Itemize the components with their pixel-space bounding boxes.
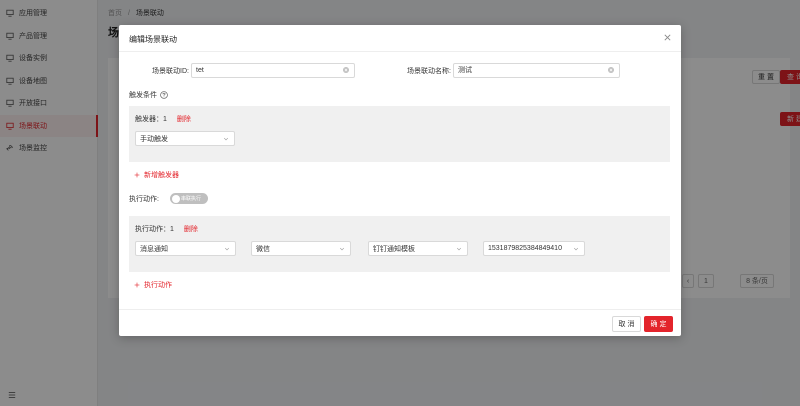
scene-id-label: 场景联动ID:: [152, 68, 189, 75]
action-box: 执行动作：1 删除 消息通知 微信 钉钉通知模板 153187982538484…: [129, 216, 670, 272]
action-type-select[interactable]: 消息通知: [135, 241, 236, 256]
clear-icon[interactable]: [608, 67, 614, 73]
question-circle-icon[interactable]: [160, 91, 168, 99]
template-id-value: 1531879825384849410: [488, 245, 562, 252]
chevron-down-icon: [224, 246, 230, 252]
chevron-down-icon: [456, 246, 462, 252]
scene-name-label: 场景联动名称:: [407, 68, 451, 75]
trigger-type-select[interactable]: 手动触发: [135, 131, 235, 146]
trigger-box-head: 触发器：1 删除: [135, 114, 191, 124]
modal-header: 编辑场景联动: [119, 25, 681, 52]
action-label: 执行动作:: [129, 196, 159, 203]
add-action-label: 执行动作: [144, 282, 172, 289]
modal-title: 编辑场景联动: [129, 35, 177, 44]
trigger-count: 触发器：1: [135, 116, 167, 123]
action-type-value: 消息通知: [140, 245, 168, 253]
delete-action-link[interactable]: 删除: [184, 224, 198, 234]
plus-icon: [134, 282, 140, 288]
toggle-knob: [171, 194, 180, 203]
modal-footer: 取 消 确 定: [119, 309, 681, 336]
cancel-button[interactable]: 取 消: [612, 316, 641, 332]
close-icon[interactable]: [663, 33, 672, 42]
chevron-down-icon: [339, 246, 345, 252]
chevron-down-icon: [223, 136, 229, 142]
add-trigger-link[interactable]: 新增触发器: [134, 170, 179, 180]
notify-template-value: 钉钉通知模板: [373, 245, 415, 253]
trigger-box: 触发器：1 删除 手动触发: [129, 106, 670, 162]
action-box-head: 执行动作：1 删除: [135, 224, 198, 234]
parallel-toggle[interactable]: 串联执行: [170, 193, 208, 204]
clear-icon[interactable]: [343, 67, 349, 73]
scene-name-value: 测试: [458, 67, 472, 74]
add-trigger-label: 新增触发器: [144, 172, 179, 179]
delete-trigger-link[interactable]: 删除: [177, 114, 191, 124]
ok-button[interactable]: 确 定: [644, 316, 673, 332]
add-action-link[interactable]: 执行动作: [134, 280, 172, 290]
trigger-section-title: 触发条件: [129, 90, 168, 100]
notify-channel-select[interactable]: 微信: [251, 241, 351, 256]
scene-name-input[interactable]: 测试: [453, 62, 620, 78]
scene-id-value: tet: [196, 66, 204, 74]
trigger-section-label: 触发条件: [129, 92, 157, 99]
scene-id-input[interactable]: tet: [191, 62, 355, 78]
notify-channel-value: 微信: [256, 245, 270, 253]
chevron-down-icon: [573, 246, 579, 252]
action-count: 执行动作：1: [135, 226, 174, 233]
plus-icon: [134, 172, 140, 178]
toggle-text: 串联执行: [181, 196, 202, 202]
edit-scene-modal: 编辑场景联动 场景联动ID: tet 场景联动名称: 测试 触发条件 触发器：1…: [119, 25, 681, 336]
notify-template-select[interactable]: 钉钉通知模板: [368, 241, 468, 256]
trigger-type-value: 手动触发: [140, 135, 168, 143]
template-id-select[interactable]: 1531879825384849410: [483, 241, 585, 256]
